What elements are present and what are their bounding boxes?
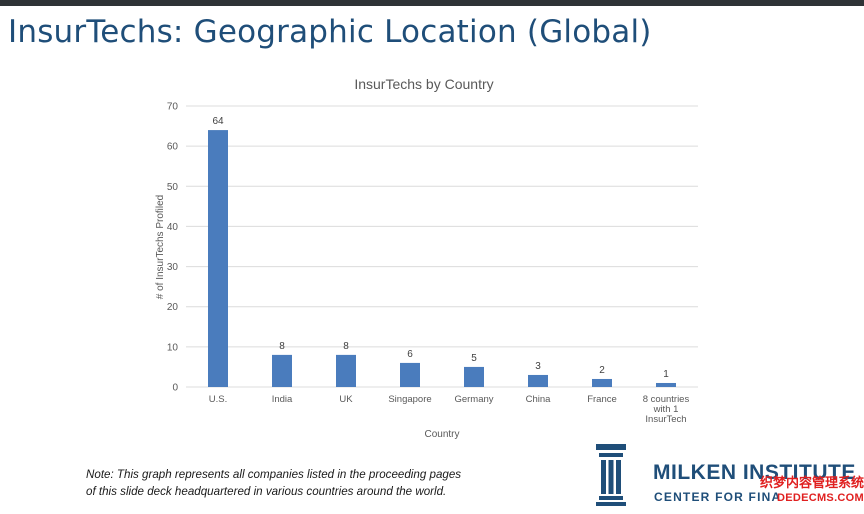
y-axis-label: # of InsurTechs Profiled [155,195,166,300]
bar [592,378,612,387]
y-tick-label: 10 [167,342,179,353]
data-label: 1 [663,369,669,380]
data-label: 8 [279,341,285,352]
x-tick-label: Singapore [388,394,431,405]
x-tick-label: InsurTech [645,414,686,425]
watermark-line-2: DEDECMS.COM [776,492,864,504]
y-tick-label: 20 [167,302,179,313]
data-label: 2 [599,365,605,376]
bar [400,362,420,387]
x-tick-label: China [526,394,552,405]
footnote-line-1: Note: This graph represents all companie… [86,468,462,481]
footnote: Note: This graph represents all companie… [86,466,556,500]
x-tick-label: France [587,394,617,405]
x-tick-label: Germany [454,394,493,405]
bar [656,382,676,387]
chart-title: InsurTechs by Country [354,76,493,92]
bar [464,366,484,387]
data-label: 5 [471,353,477,364]
bar-chart: InsurTechs by Country 0 10 20 30 40 50 60 70 # of… [155,76,698,440]
x-axis-label: Country [424,429,459,440]
watermark-line-1: 织梦内容管理系统 [759,476,864,491]
y-tick-label: 60 [167,142,179,153]
data-label: 64 [212,116,224,127]
bar [528,374,548,387]
y-tick-label: 0 [172,383,178,394]
footnote-line-2: of this slide deck headquartered in vari… [86,485,447,498]
bar [208,130,228,388]
y-tick-label: 40 [167,222,179,233]
building-columns-icon [596,444,626,506]
x-tick-label: U.S. [209,394,227,405]
data-label: 6 [407,349,413,360]
bar [336,354,356,387]
watermark: 织梦内容管理系统 DEDECMS.COM [752,476,864,506]
data-label: 8 [343,341,349,352]
y-tick-label: 30 [167,262,179,273]
bar [272,354,292,387]
x-tick-label: India [272,394,293,405]
x-tick-label: UK [339,394,353,405]
y-tick-label: 70 [167,102,179,113]
data-label: 3 [535,361,541,372]
y-tick-label: 50 [167,182,179,193]
